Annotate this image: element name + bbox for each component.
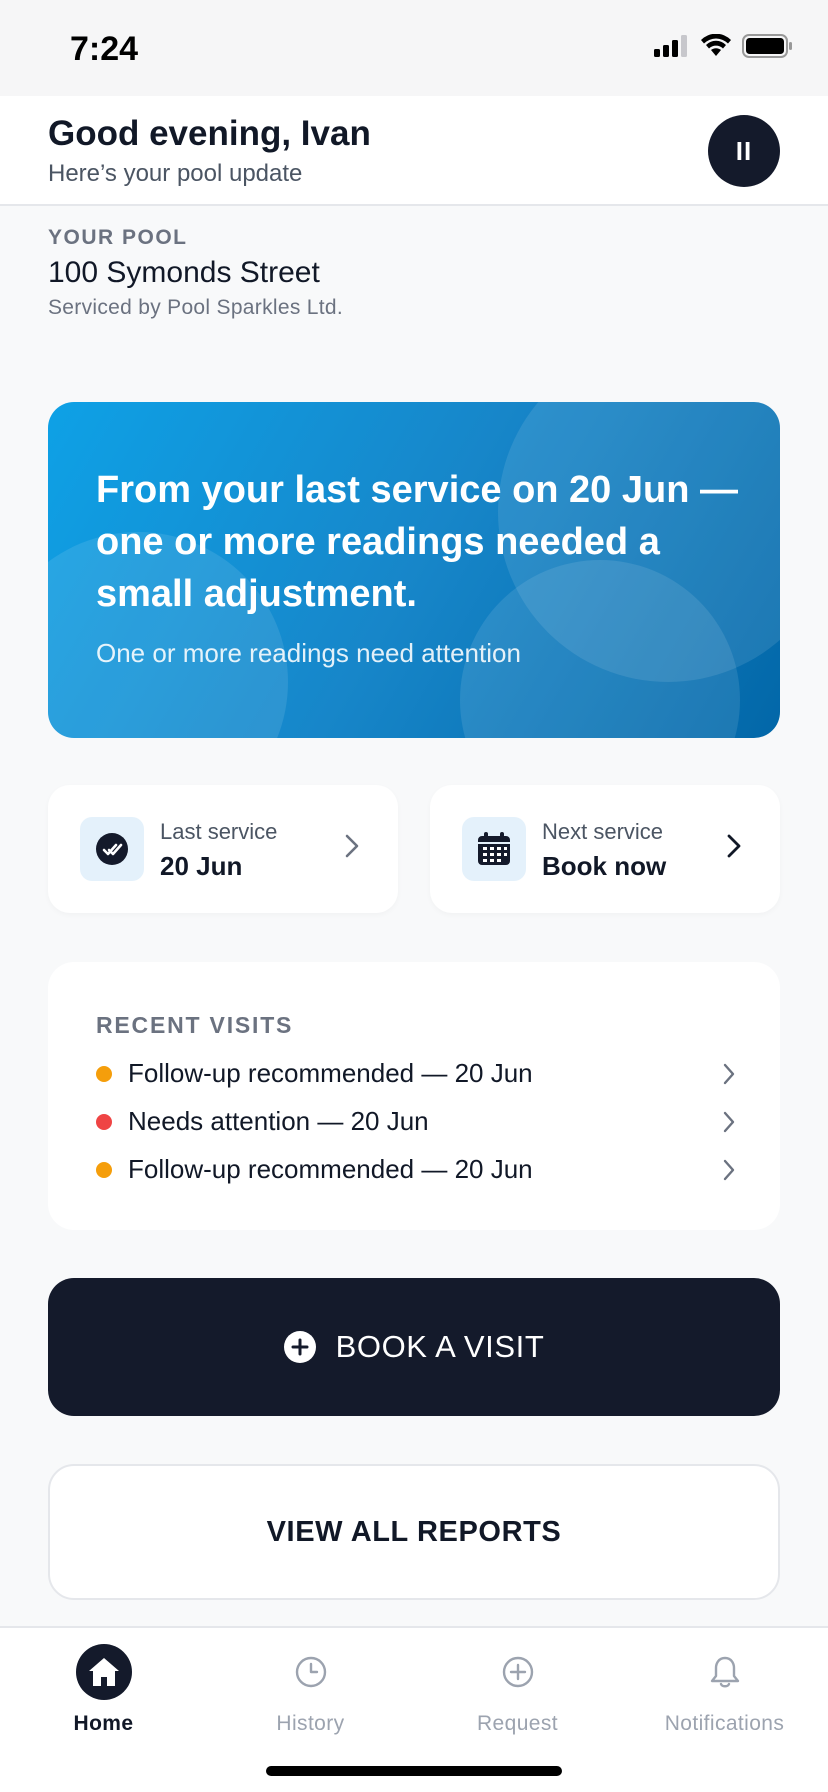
last-service-card[interactable]: Last service 20 Jun: [48, 785, 398, 913]
bell-icon: [697, 1644, 753, 1700]
wifi-icon: [701, 34, 731, 56]
status-icons: [654, 34, 794, 58]
clock-icon: [283, 1644, 339, 1700]
tab-label: Notifications: [664, 1712, 785, 1735]
next-service-card[interactable]: Next service Book now: [430, 785, 780, 913]
visit-row[interactable]: Follow-up recommended — 20 Jun: [96, 1150, 736, 1190]
plus-circle-icon: [490, 1644, 546, 1700]
check-circle-icon: [80, 817, 144, 881]
hero-title: From your last service on 20 Jun — one o…: [96, 469, 738, 615]
chevron-right-icon: [723, 1159, 735, 1181]
view-all-reports-button[interactable]: VIEW ALL REPORTS: [48, 1464, 780, 1600]
pool-address: 100 Symonds Street: [48, 256, 320, 289]
tab-label: Request: [476, 1712, 559, 1735]
pool-eyebrow: YOUR POOL: [48, 226, 188, 249]
status-hero-card[interactable]: From your last service on 20 Jun — one o…: [48, 402, 780, 738]
chevron-right-icon: [345, 834, 359, 858]
tab-history[interactable]: History: [207, 1642, 414, 1742]
status-dot: [96, 1114, 112, 1130]
home-indicator: [266, 1766, 562, 1776]
home-icon: [75, 1644, 132, 1700]
next-service-action: Book now: [542, 851, 667, 881]
hero-subtitle: One or more readings need attention: [96, 638, 521, 668]
greeting-title: Good evening, Ivan: [48, 114, 371, 153]
cellular-signal-icon: [654, 35, 687, 57]
book-visit-button[interactable]: BOOK A VISIT: [48, 1278, 780, 1416]
tab-notifications[interactable]: Notifications: [621, 1642, 828, 1742]
tab-home[interactable]: Home: [0, 1642, 207, 1742]
last-service-date: 20 Jun: [160, 851, 243, 881]
chevron-right-icon: [727, 834, 741, 858]
plus-circle-icon: [283, 1331, 316, 1363]
visit-row[interactable]: Follow-up recommended — 20 Jun: [96, 1054, 736, 1094]
visit-text: Needs attention — 20 Jun: [128, 1106, 429, 1136]
greeting-subtitle: Here’s your pool update: [48, 160, 303, 187]
view-all-reports-label: VIEW ALL REPORTS: [266, 1515, 562, 1548]
avatar[interactable]: II: [708, 115, 780, 187]
header: Good evening, Ivan Here’s your pool upda…: [0, 96, 828, 206]
status-time: 7:24: [70, 30, 139, 68]
pool-servicer: Serviced by Pool Sparkles Ltd.: [48, 296, 343, 319]
tab-request[interactable]: Request: [414, 1642, 621, 1742]
status-dot: [96, 1162, 112, 1178]
visit-text: Follow-up recommended — 20 Jun: [128, 1058, 533, 1088]
visit-row[interactable]: Needs attention — 20 Jun: [96, 1102, 736, 1142]
tab-label: Home: [73, 1712, 134, 1735]
chevron-right-icon: [723, 1111, 735, 1133]
chevron-right-icon: [723, 1063, 735, 1085]
book-visit-label: BOOK A VISIT: [335, 1329, 545, 1364]
battery-icon: [742, 34, 792, 58]
tab-label: History: [276, 1712, 345, 1735]
calendar-icon: [462, 817, 526, 881]
status-dot: [96, 1066, 112, 1082]
recent-visits-card: RECENT VISITS Follow-up recommended — 20…: [48, 962, 780, 1230]
last-service-label: Last service: [160, 819, 278, 844]
recent-visits-title: RECENT VISITS: [96, 1012, 294, 1038]
visit-text: Follow-up recommended — 20 Jun: [128, 1154, 533, 1184]
status-bar: 7:24: [0, 0, 828, 96]
next-service-label: Next service: [542, 819, 664, 844]
